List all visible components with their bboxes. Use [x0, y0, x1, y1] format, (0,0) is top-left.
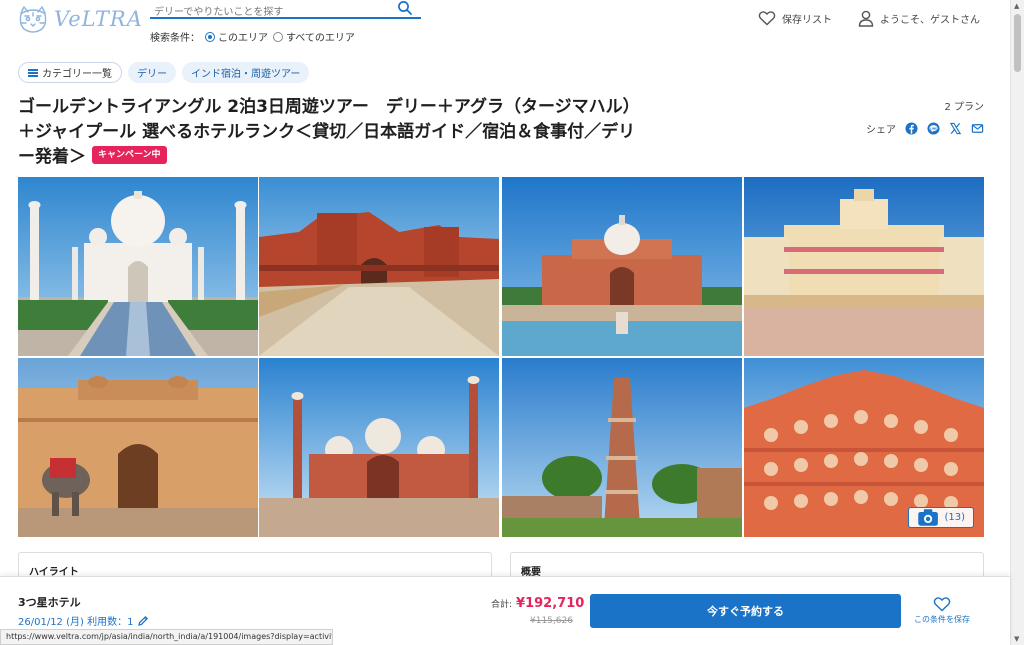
- logo-text: VeLTRA: [54, 7, 143, 31]
- edit-pencil-icon[interactable]: [137, 615, 149, 627]
- campaign-badge: キャンペーン中: [92, 146, 167, 164]
- share-bar: シェア LINE: [866, 121, 984, 136]
- camera-icon: [918, 509, 939, 526]
- radio-selected-icon[interactable]: [205, 31, 215, 42]
- radio-this-area-label: このエリア: [218, 33, 268, 44]
- save-list-label: 保存リスト: [782, 14, 832, 26]
- site-header: VeLTRA 検索条件： このエリア すべてのエリア 保存リスト ようこそ、ゲス…: [0, 0, 1010, 48]
- total-price: 合計: ¥192,710: [491, 596, 584, 611]
- breadcrumb-india-tours-label: インド宿泊・周遊ツアー: [191, 69, 301, 80]
- agra-fort-photo[interactable]: [259, 177, 499, 356]
- jama-masjid-photo[interactable]: [259, 358, 499, 537]
- heart-icon: [758, 11, 776, 26]
- price-value: ¥192,710: [516, 596, 585, 611]
- book-now-button[interactable]: 今すぐ予約する: [590, 594, 901, 628]
- account-link[interactable]: ようこそ、ゲストさん: [858, 10, 980, 27]
- radio-all-areas-label: すべてのエリア: [286, 33, 355, 44]
- veltra-logo[interactable]: VeLTRA: [16, 4, 143, 34]
- welcome-label: ようこそ、ゲストさん: [880, 15, 980, 26]
- search-condition-label: 検索条件：: [150, 33, 200, 44]
- agra-fort-image: [259, 177, 499, 356]
- humayun-tomb-image: [502, 177, 742, 356]
- radio-this-area[interactable]: このエリア: [205, 29, 268, 44]
- category-list-chip[interactable]: カテゴリー一覧: [18, 62, 122, 83]
- search-condition: 検索条件： このエリア すべてのエリア: [150, 29, 355, 44]
- line-icon[interactable]: LINE: [927, 122, 940, 135]
- breadcrumb-delhi-label: デリー: [137, 69, 167, 80]
- x-icon[interactable]: [949, 122, 962, 135]
- photo-gallery: (13): [18, 177, 984, 537]
- qutub-minar-image: [502, 358, 742, 537]
- hawa-mahal-photo[interactable]: (13): [744, 358, 984, 537]
- radio-unselected-icon[interactable]: [273, 31, 283, 42]
- search-box: [150, 0, 421, 21]
- page-title: ゴールデントライアングル 2泊3日周遊ツアー デリー＋アグラ（タージマハル）＋ジ…: [18, 95, 648, 170]
- status-bar-url: https://www.veltra.com/jp/asia/india/nor…: [0, 629, 333, 645]
- amber-fort-photo[interactable]: [18, 358, 258, 537]
- selected-hotel-rank: 3つ星ホテル: [18, 596, 81, 609]
- radio-all-areas[interactable]: すべてのエリア: [273, 29, 355, 44]
- breadcrumb: カテゴリー一覧 デリー インド宿泊・周遊ツアー: [18, 62, 310, 83]
- photo-count-button[interactable]: (13): [908, 507, 974, 528]
- save-condition-label: この条件を保存: [914, 615, 970, 624]
- city-palace-photo[interactable]: [744, 177, 984, 356]
- search-icon[interactable]: [397, 0, 413, 16]
- scrollbar-thumb[interactable]: [1014, 14, 1021, 72]
- breadcrumb-delhi[interactable]: デリー: [128, 62, 176, 83]
- share-label: シェア: [866, 125, 896, 136]
- amber-fort-image: [18, 358, 258, 537]
- category-list-label: カテゴリー一覧: [42, 69, 112, 80]
- menu-icon: [28, 68, 38, 77]
- city-palace-image: [744, 177, 984, 356]
- qutub-minar-photo[interactable]: [502, 358, 742, 537]
- date-people-label: 26/01/12 (月) 利用数：1: [18, 617, 134, 628]
- save-condition-button[interactable]: この条件を保存: [910, 596, 974, 625]
- save-list-link[interactable]: 保存リスト: [758, 10, 832, 26]
- user-icon: [858, 10, 874, 27]
- taj-mahal-photo[interactable]: [18, 177, 258, 356]
- taj-mahal-image: [18, 177, 258, 356]
- photo-count-label: (13): [944, 512, 965, 523]
- jama-masjid-image: [259, 358, 499, 537]
- email-icon[interactable]: [971, 122, 984, 135]
- humayun-tomb-photo[interactable]: [502, 177, 742, 356]
- original-price: ¥115,626: [530, 616, 573, 626]
- search-input[interactable]: [150, 4, 390, 21]
- total-label: 合計:: [491, 600, 513, 610]
- svg-text:LINE: LINE: [930, 126, 937, 130]
- facebook-icon[interactable]: [905, 122, 918, 135]
- page-scrollbar[interactable]: ▲ ▼: [1010, 0, 1024, 645]
- plan-count: 2 プラン: [944, 102, 984, 113]
- date-people-selector[interactable]: 26/01/12 (月) 利用数：1: [18, 613, 149, 628]
- heart-icon: [933, 597, 951, 612]
- tiger-logo-icon: [19, 5, 47, 33]
- scroll-up-arrow-icon[interactable]: ▲: [1014, 2, 1019, 10]
- scroll-down-arrow-icon[interactable]: ▼: [1014, 635, 1019, 643]
- breadcrumb-india-tours[interactable]: インド宿泊・周遊ツアー: [182, 62, 310, 83]
